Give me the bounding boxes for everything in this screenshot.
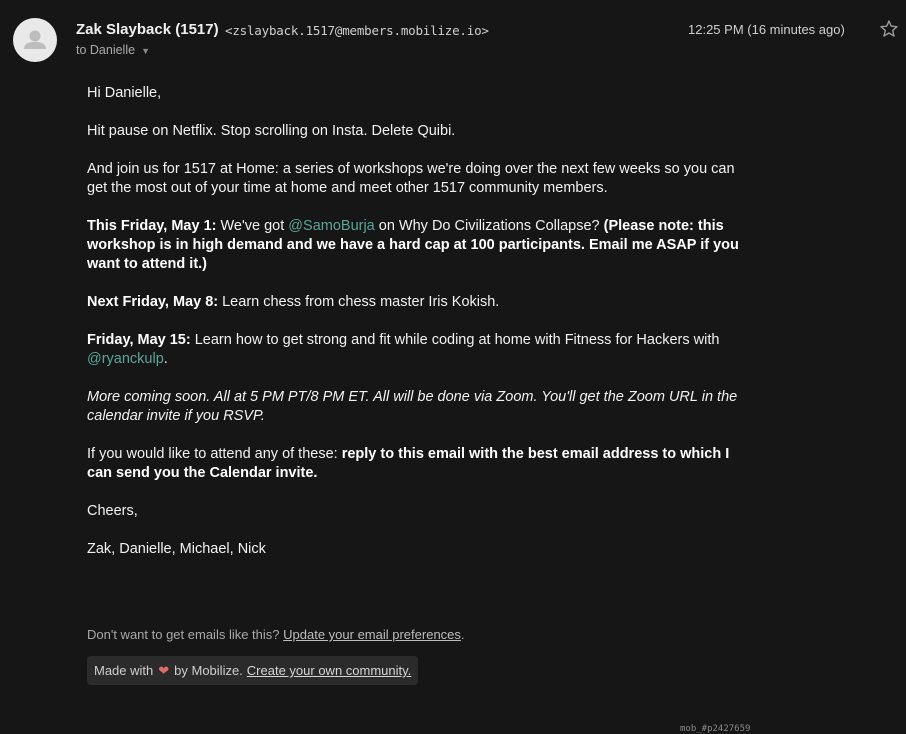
event-may-8: Next Friday, May 8: Learn chess from che…	[87, 293, 747, 312]
attend-paragraph: If you would like to attend any of these…	[87, 445, 747, 483]
event-text: Learn how to get strong and fit while co…	[190, 332, 720, 348]
event-text: .	[163, 351, 168, 367]
more-coming-paragraph: More coming soon. All at 5 PM PT/8 PM ET…	[87, 388, 747, 426]
event-text: We've got	[216, 218, 289, 234]
event-date: Next Friday, May 8:	[87, 294, 219, 310]
event-date: Friday, May 15:	[87, 332, 191, 348]
sender-email: <zslayback.1517@members.mobilize.io>	[225, 23, 489, 38]
mention-link[interactable]: @SamoBurja	[288, 218, 374, 234]
event-date: This Friday, May 1:	[87, 218, 217, 234]
preferences-end: .	[460, 627, 465, 642]
event-text: Learn chess from chess master Iris Kokis…	[218, 294, 500, 310]
made-with-text: Made with	[94, 663, 154, 678]
more-coming-text: More coming soon. All at 5 PM PT/8 PM ET…	[87, 389, 738, 424]
made-with-badge: Made with ❤ by Mobilize. Create your own co…	[87, 656, 419, 685]
message-timestamp: 12:25 PM (16 minutes ago)	[688, 22, 845, 37]
avatar-placeholder-icon	[24, 30, 46, 49]
signature: Zak, Danielle, Michael, Nick	[87, 541, 266, 557]
sender-name[interactable]: Zak Slayback (1517)	[76, 21, 219, 38]
attend-text: If you would like to attend any of these…	[87, 446, 342, 462]
email-body: Hi Danielle, Hit pause on Netflix. Stop …	[87, 84, 747, 578]
create-community-link[interactable]: Create your own community.	[247, 663, 412, 678]
update-preferences-link[interactable]: Update your email preferences	[283, 627, 461, 642]
join-paragraph: And join us for 1517 at Home: a series o…	[87, 161, 735, 196]
email-preferences-note: Don't want to get emails like this? Upda…	[87, 627, 465, 642]
event-text: on Why Do Civilizations Collapse?	[374, 218, 604, 234]
by-mobilize-text: by Mobilize.	[174, 663, 243, 678]
chevron-down-icon[interactable]: ▼	[141, 46, 150, 56]
event-may-1: This Friday, May 1: We've got @SamoBurja…	[87, 217, 747, 274]
recipient-label: to Danielle	[76, 43, 136, 57]
heart-icon: ❤	[158, 662, 170, 678]
sender-avatar[interactable]	[13, 18, 57, 62]
mention-link[interactable]: @ryanckulp	[87, 351, 164, 367]
star-icon[interactable]	[879, 19, 899, 39]
signoff: Cheers,	[87, 503, 138, 519]
tracking-code: mob_#p2427659	[680, 724, 751, 734]
intro-paragraph: Hit pause on Netflix. Stop scrolling on …	[87, 123, 456, 139]
recipient-line[interactable]: to Danielle ▼	[76, 43, 150, 57]
event-may-15: Friday, May 15: Learn how to get strong …	[87, 331, 747, 369]
greeting: Hi Danielle,	[87, 85, 162, 101]
preferences-text: Don't want to get emails like this?	[87, 627, 284, 642]
